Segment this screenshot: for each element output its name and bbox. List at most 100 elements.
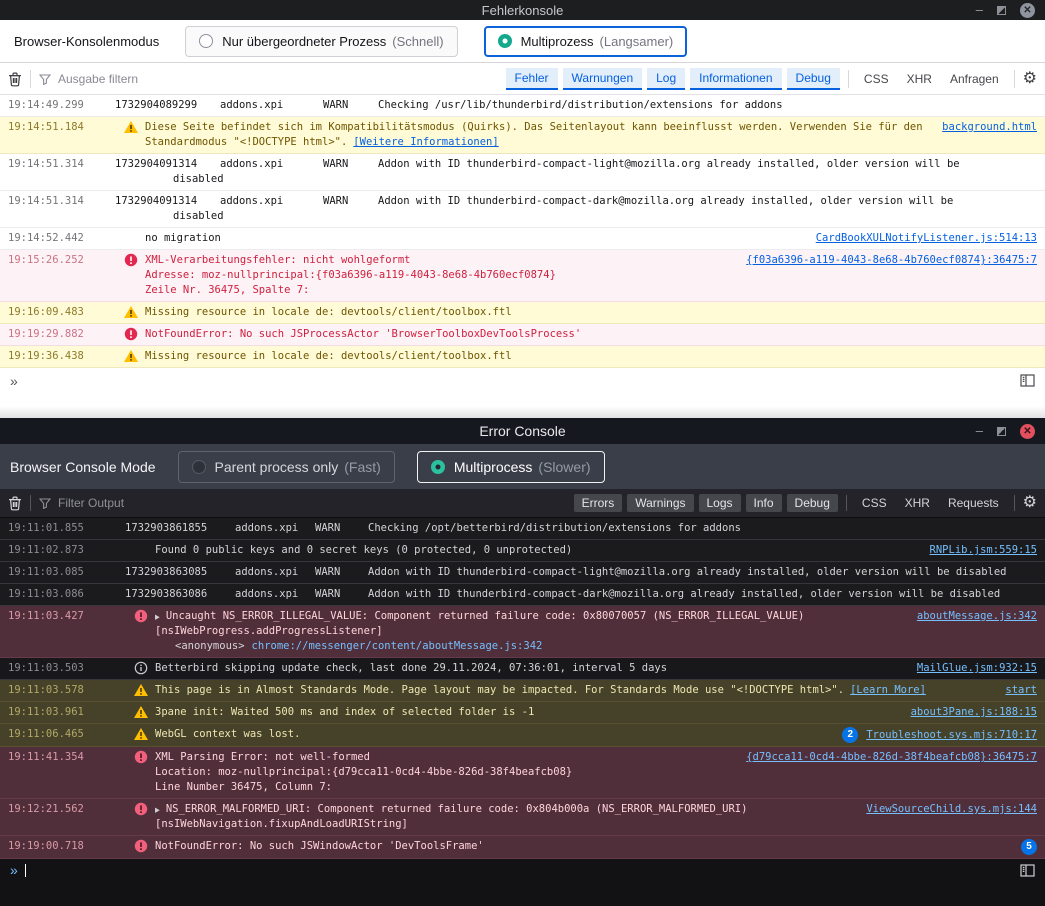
log-message-text: Diese Seite befindet sich im Kompatibili…: [145, 121, 923, 133]
console-input-row[interactable]: »: [0, 859, 1045, 881]
radio-unselected-icon[interactable]: [192, 460, 206, 474]
log-message-text: Checking /usr/lib/thunderbird/distributi…: [378, 99, 783, 111]
mode-option-hint: (Schnell): [392, 34, 443, 49]
category-button-css[interactable]: CSS: [857, 69, 896, 89]
expand-arrow-icon[interactable]: ▶: [155, 608, 160, 625]
log-timestamp: 19:14:51.184: [0, 120, 115, 135]
log-row: 19:11:02.873Found 0 public keys and 0 se…: [0, 540, 1045, 562]
filter-buttons: FehlerWarnungenLogInformationen Debug: [506, 68, 840, 90]
log-message-block: This page is in Almost Standards Mode. P…: [155, 683, 1005, 698]
source-location-link[interactable]: start: [1005, 683, 1037, 698]
close-button[interactable]: ✕: [1020, 424, 1035, 439]
restore-button[interactable]: [997, 6, 1006, 15]
filter-button-logs[interactable]: Logs: [699, 494, 741, 512]
learn-more-link[interactable]: [Learn More]: [850, 684, 926, 696]
log-message-block: Missing resource in locale de: devtools/…: [145, 305, 1045, 320]
log-row-meta: 2 Troubleshoot.sys.mjs:710:17: [842, 727, 1045, 743]
source-location-link[interactable]: Troubleshoot.sys.mjs:710:17: [866, 728, 1037, 743]
log-column: WARN: [315, 587, 368, 602]
log-column: addons.xpi: [220, 194, 323, 209]
source-location-link[interactable]: aboutMessage.js:342: [917, 609, 1037, 624]
log-row: 19:14:49.2991732904089299addons.xpiWARNC…: [0, 95, 1045, 117]
close-button[interactable]: ✕: [1020, 3, 1035, 18]
log-line: Diese Seite befindet sich im Kompatibili…: [145, 120, 938, 135]
restore-button[interactable]: [997, 427, 1006, 436]
log-message-text: disabled: [173, 210, 224, 222]
mode-option-label: Multiprozess: [521, 34, 594, 49]
log-timestamp: 19:11:06.465: [0, 727, 125, 742]
filter-button-warnings[interactable]: Warnings: [627, 494, 693, 512]
log-message-text: disabled: [173, 173, 224, 185]
minimize-button[interactable]: –: [976, 426, 983, 436]
filter-buttons: ErrorsWarnings Logs Info Debug: [574, 494, 838, 512]
filter-button-warnungen[interactable]: Warnungen: [563, 68, 643, 90]
category-button-xhr[interactable]: XHR: [898, 493, 937, 513]
filter-button-errors[interactable]: Errors: [574, 494, 623, 512]
open-sidebar-icon[interactable]: [1020, 374, 1035, 387]
radio-selected-icon[interactable]: [498, 34, 512, 48]
radio-unselected-icon[interactable]: [199, 34, 213, 48]
learn-more-link[interactable]: [Weitere Informationen]: [353, 136, 498, 148]
source-location-link[interactable]: {d79cca11-0cd4-4bbe-826d-38f4beafcb08}:3…: [746, 750, 1037, 765]
mode-option-hint: (Langsamer): [600, 34, 674, 49]
mode-option-hint: (Fast): [344, 459, 381, 475]
source-location-link[interactable]: about3Pane.js:188:15: [911, 705, 1037, 720]
log-line: no migration: [145, 231, 812, 246]
source-location-link[interactable]: MailGlue.jsm:932:15: [917, 661, 1037, 676]
log-message-text: Location: moz-nullprincipal:{d79cca11-0c…: [155, 766, 572, 778]
log-row: 19:11:03.578This page is in Almost Stand…: [0, 680, 1045, 702]
warning-icon: [123, 120, 139, 134]
filter-button-informationen[interactable]: Informationen: [690, 68, 781, 90]
log-message-text: This page is in Almost Standards Mode. P…: [155, 684, 844, 696]
warning-icon: [133, 705, 149, 719]
settings-gear-icon[interactable]: ⚙: [1023, 495, 1037, 511]
log-row-meta: aboutMessage.js:342: [917, 609, 1045, 624]
category-button-css[interactable]: CSS: [855, 493, 894, 513]
log-line: Missing resource in locale de: devtools/…: [145, 349, 1041, 364]
log-row: 19:14:51.184 Diese Seite befindet sich im…: [0, 117, 1045, 154]
window-title: Error Console: [0, 423, 1045, 439]
clear-output-button[interactable]: [8, 495, 22, 511]
expand-arrow-icon[interactable]: ▶: [155, 801, 160, 818]
category-button-xhr[interactable]: XHR: [900, 69, 939, 89]
console-input-row[interactable]: »: [0, 368, 1045, 393]
clear-output-button[interactable]: [8, 71, 22, 87]
filter-input[interactable]: Ausgabe filtern: [39, 72, 498, 86]
minimize-button[interactable]: –: [976, 5, 983, 15]
console-output: 19:11:01.8551732903861855addons.xpiWARNC…: [0, 518, 1045, 859]
category-buttons: CSSXHRRequests: [855, 493, 1006, 513]
repeat-count-badge: 2: [842, 727, 858, 743]
log-timestamp: 19:19:36.438: [0, 349, 115, 364]
mode-option-parent-process[interactable]: Parent process only (Fast): [178, 451, 395, 483]
source-location-link[interactable]: ViewSourceChild.sys.mjs:144: [866, 802, 1037, 817]
filter-input[interactable]: Filter Output: [39, 496, 566, 510]
mode-option-multiprocess[interactable]: Multiprozess (Langsamer): [484, 26, 688, 57]
log-line: Betterbird skipping update check, last d…: [155, 661, 913, 676]
category-button-requests[interactable]: Requests: [941, 493, 1006, 513]
settings-gear-icon[interactable]: ⚙: [1023, 71, 1037, 87]
filter-button-debug[interactable]: Debug: [787, 68, 840, 90]
stack-frame-source-link[interactable]: chrome://messenger/content/aboutMessage.…: [252, 640, 543, 652]
filter-button-info[interactable]: Info: [746, 494, 782, 512]
mode-option-parent-process[interactable]: Nur übergeordneter Prozess (Schnell): [185, 26, 457, 57]
warning-icon: [123, 349, 139, 363]
log-message-block: Missing resource in locale de: devtools/…: [145, 349, 1045, 364]
log-timestamp: 19:11:01.855: [0, 521, 125, 536]
error-icon: [123, 253, 139, 267]
source-location-link[interactable]: {f03a6396-a119-4043-8e68-4b760ecf0874}:3…: [746, 253, 1037, 268]
log-line: 3pane init: Waited 500 ms and index of s…: [155, 705, 907, 720]
filter-button-debug[interactable]: Debug: [787, 494, 838, 512]
filter-button-log[interactable]: Log: [647, 68, 685, 90]
source-location-link[interactable]: RNPLib.jsm:559:15: [930, 543, 1037, 558]
source-location-link[interactable]: CardBookXULNotifyListener.js:514:13: [816, 231, 1037, 246]
icon-spacer: [123, 231, 139, 245]
radio-selected-icon[interactable]: [431, 460, 445, 474]
mode-option-multiprocess[interactable]: Multiprocess (Slower): [417, 451, 605, 483]
category-button-anfragen[interactable]: Anfragen: [943, 69, 1006, 89]
open-sidebar-icon[interactable]: [1020, 864, 1035, 877]
log-column: 1732903863086: [125, 587, 235, 602]
log-line: Missing resource in locale de: devtools/…: [145, 305, 1041, 320]
source-location-link[interactable]: background.html: [942, 120, 1037, 135]
filter-button-fehler[interactable]: Fehler: [506, 68, 558, 90]
log-message-block: ▶NS_ERROR_MALFORMED_URI: Component retur…: [155, 802, 866, 832]
